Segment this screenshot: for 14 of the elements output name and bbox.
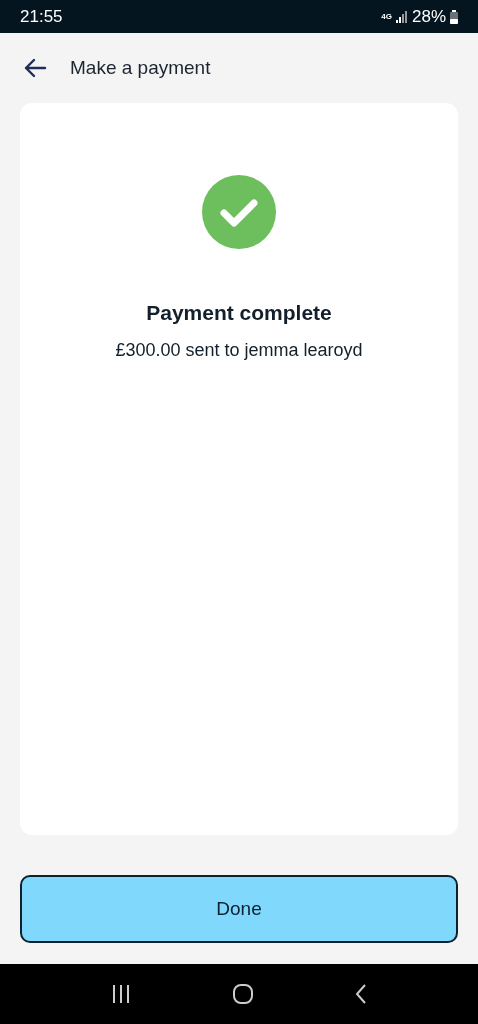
signal-icon — [395, 10, 408, 23]
back-arrow-icon — [23, 58, 47, 78]
done-button[interactable]: Done — [20, 875, 458, 943]
page-title: Make a payment — [70, 55, 211, 80]
recent-apps-icon[interactable] — [111, 985, 131, 1003]
result-message: £300.00 sent to jemma learoyd — [115, 338, 363, 362]
home-icon[interactable] — [233, 984, 253, 1004]
status-time: 21:55 — [20, 5, 63, 28]
back-icon[interactable] — [355, 984, 367, 1004]
network-type: 4G — [381, 12, 392, 21]
result-title: Payment complete — [146, 300, 332, 326]
battery-icon — [450, 9, 458, 24]
battery-percent: 28% — [411, 5, 446, 28]
check-circle-icon — [202, 175, 276, 249]
